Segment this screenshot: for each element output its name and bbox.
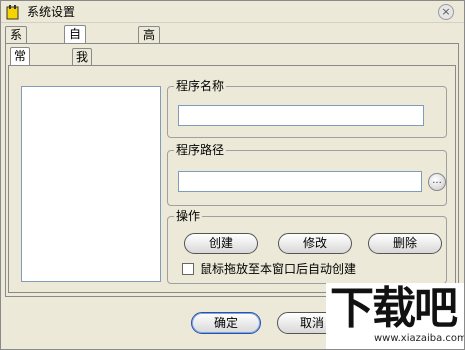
operations-group: 操作 创建 修改 删除 鼠标拖放至本窗口后自动创建 xyxy=(167,209,447,284)
tab-common-programs[interactable]: 常用程序 xyxy=(10,47,31,111)
program-path-label: 程序路径 xyxy=(174,143,227,157)
program-path-group: 程序路径 ... xyxy=(167,143,447,206)
tab-advanced-settings[interactable]: 高级设置 xyxy=(138,26,161,90)
watermark-logo: 下载吧 www.xiazaiba.com xyxy=(326,283,464,349)
auto-create-checkbox[interactable] xyxy=(182,263,194,275)
delete-button[interactable]: 删除 xyxy=(368,233,442,254)
browse-button[interactable]: ... xyxy=(428,173,446,191)
tab-custom-menu[interactable]: 自定义菜单 xyxy=(64,25,87,105)
close-icon: × xyxy=(441,5,451,18)
program-name-label: 程序名称 xyxy=(174,79,227,93)
tab-system-programs[interactable]: 系统程序 xyxy=(5,26,28,90)
program-name-group: 程序名称 xyxy=(167,79,447,138)
operations-label: 操作 xyxy=(174,209,203,223)
app-icon xyxy=(6,5,19,20)
program-name-input[interactable] xyxy=(178,105,424,126)
ok-button[interactable]: 确定 xyxy=(191,312,261,334)
close-button[interactable]: × xyxy=(438,4,454,20)
window-title: 系统设置 xyxy=(27,5,76,19)
watermark-text: 下载吧 xyxy=(330,283,458,334)
program-list[interactable] xyxy=(21,86,161,282)
tab-my-computer[interactable]: 我的电脑 xyxy=(72,48,93,112)
settings-window: 系统设置 × 系统程序 自定义菜单 高级设置 常用程序 我的电脑 程序名称 程序… xyxy=(0,0,465,350)
create-button[interactable]: 创建 xyxy=(184,233,258,254)
modify-button[interactable]: 修改 xyxy=(278,233,352,254)
watermark-url: www.xiazaiba.com xyxy=(374,333,464,344)
common-programs-panel: 程序名称 程序路径 ... 操作 创建 修改 删除 鼠标拖放至本窗口后自动创建 xyxy=(8,65,456,293)
custom-menu-panel: 常用程序 我的电脑 程序名称 程序路径 ... 操作 xyxy=(5,43,459,297)
title-bar: 系统设置 × xyxy=(1,1,464,23)
program-path-input[interactable] xyxy=(178,171,422,192)
ellipsis-icon: ... xyxy=(432,175,442,186)
auto-create-label: 鼠标拖放至本窗口后自动创建 xyxy=(200,262,357,276)
